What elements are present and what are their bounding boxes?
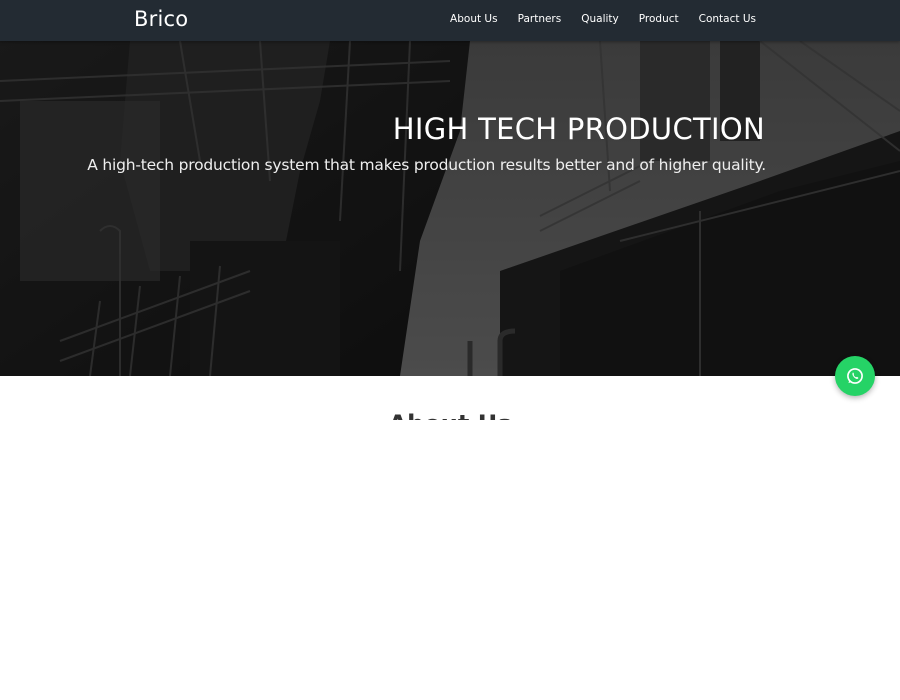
nav-link-product[interactable]: Product (639, 13, 679, 25)
about-section: About Us (0, 376, 900, 420)
whatsapp-button[interactable] (835, 356, 875, 396)
hero-title: HIGH TECH PRODUCTION (392, 112, 765, 146)
nav-link-partners[interactable]: Partners (518, 13, 562, 25)
hero-subtitle: A high-tech production system that makes… (87, 156, 766, 174)
nav-links: About Us Partners Quality Product Contac… (450, 13, 756, 25)
nav-link-contact-us[interactable]: Contact Us (699, 13, 756, 25)
top-navbar: Brico About Us Partners Quality Product … (0, 0, 900, 41)
whatsapp-icon (847, 368, 863, 384)
nav-link-about-us[interactable]: About Us (450, 13, 498, 25)
hero-banner: HIGH TECH PRODUCTION A high-tech product… (0, 41, 900, 376)
nav-link-quality[interactable]: Quality (581, 13, 619, 25)
about-heading: About Us (0, 410, 900, 420)
hero-background-image (0, 41, 900, 376)
brand-logo[interactable]: Brico (134, 7, 188, 31)
